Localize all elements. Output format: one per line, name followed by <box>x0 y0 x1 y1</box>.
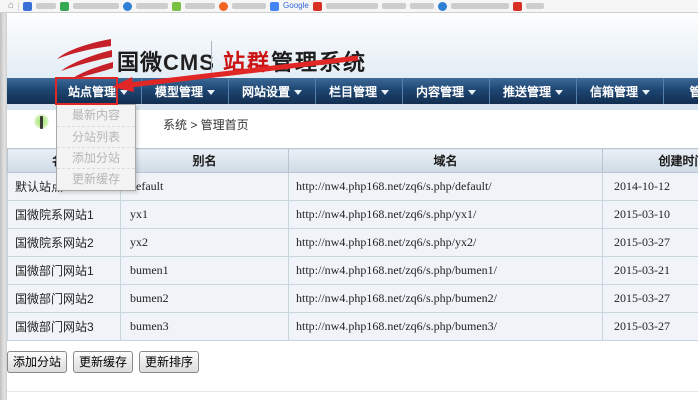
site-name: 国微院系网站2 <box>8 229 121 257</box>
bookmark-label <box>232 3 266 9</box>
dropdown-item-latest-content[interactable]: 最新内容 <box>57 105 135 126</box>
site-domain: http://nw4.php168.net/zq6/s.php/bumen2/ <box>289 285 603 313</box>
nav-item-push-management[interactable]: 推送管理 <box>490 78 577 104</box>
bookmark-label <box>185 3 215 9</box>
bookmark-label <box>73 3 119 9</box>
col-header-domain: 域名 <box>289 149 603 173</box>
site-alias: yx1 <box>121 201 289 229</box>
bookmark-label <box>410 3 434 9</box>
site-created: 2015-03-10 <box>603 201 698 229</box>
bookmark-favicon[interactable] <box>60 2 69 11</box>
nav-item-admin[interactable]: 管理 <box>664 78 698 104</box>
breadcrumb: 系统 > 管理首页 <box>163 116 249 133</box>
bookmark-label <box>382 3 406 9</box>
site-created: 2015-03-27 <box>603 229 698 257</box>
rod <box>40 116 43 129</box>
annotation-arrow-icon <box>110 50 366 96</box>
site-created: 2015-03-27 <box>603 285 698 313</box>
nav-item-label: 内容管理 <box>416 83 464 100</box>
window-edge <box>0 13 7 400</box>
bookmark-favicon[interactable] <box>123 2 132 11</box>
site-domain: http://nw4.php168.net/zq6/s.php/bumen3/ <box>289 313 603 341</box>
nav-item-content-management[interactable]: 内容管理 <box>403 78 490 104</box>
site-name: 国微部门网站2 <box>8 285 121 313</box>
bookmark-favicon[interactable] <box>513 2 522 11</box>
chevron-down-icon <box>642 90 650 95</box>
site-domain: http://nw4.php168.net/zq6/s.php/yx2/ <box>289 229 603 257</box>
bookmark-label <box>326 3 378 9</box>
annotation-highlight-box <box>55 77 118 105</box>
dropdown-item-update-cache[interactable]: 更新缓存 <box>57 168 135 189</box>
site-management-dropdown: 最新内容 分站列表 添加分站 更新缓存 <box>56 104 136 191</box>
add-subsite-button[interactable]: 添加分站 <box>7 351 67 373</box>
table-row: 国微部门网站1 bumen1 http://nw4.php168.net/zq6… <box>8 257 698 285</box>
browser-bookmarks-bar: ⌂ Google <box>0 0 698 13</box>
nav-item-mailbox-management[interactable]: 信箱管理 <box>577 78 664 104</box>
bookmark-favicon[interactable] <box>219 2 228 11</box>
nav-item-label: 推送管理 <box>503 83 551 100</box>
col-header-alias: 别名 <box>121 149 289 173</box>
site-alias: default <box>121 173 289 201</box>
site-name: 国微部门网站1 <box>8 257 121 285</box>
site-domain: http://nw4.php168.net/zq6/s.php/yx1/ <box>289 201 603 229</box>
bookmark-label <box>451 3 509 9</box>
dropdown-item-add-subsite[interactable]: 添加分站 <box>57 147 135 168</box>
google-bookmark[interactable]: Google <box>283 2 309 10</box>
site-domain: http://nw4.php168.net/zq6/s.php/default/ <box>289 173 603 201</box>
breadcrumb-light-icon <box>34 112 50 132</box>
site-alias: yx2 <box>121 229 289 257</box>
bookmark-favicon[interactable] <box>172 2 181 11</box>
table-row: 国微院系网站2 yx2 http://nw4.php168.net/zq6/s.… <box>8 229 698 257</box>
site-alias: bumen2 <box>121 285 289 313</box>
home-icon[interactable]: ⌂ <box>8 1 14 11</box>
site-name: 国微院系网站1 <box>8 201 121 229</box>
chevron-down-icon <box>381 90 389 95</box>
dropdown-item-subsite-list[interactable]: 分站列表 <box>57 126 135 147</box>
col-header-created: 创建时间 <box>603 149 698 173</box>
site-domain: http://nw4.php168.net/zq6/s.php/bumen1/ <box>289 257 603 285</box>
table-row: 国微部门网站2 bumen2 http://nw4.php168.net/zq6… <box>8 285 698 313</box>
nav-item-label: 信箱管理 <box>590 83 638 100</box>
table-row: 国微部门网站3 bumen3 http://nw4.php168.net/zq6… <box>8 313 698 341</box>
bookmark-label <box>526 3 544 9</box>
site-created: 2015-03-27 <box>603 313 698 341</box>
update-cache-button[interactable]: 更新缓存 <box>73 351 133 373</box>
bookmark-favicon[interactable] <box>438 2 447 11</box>
footer-actions: 添加分站 更新缓存 更新排序 <box>7 351 199 373</box>
chevron-down-icon <box>468 90 476 95</box>
bookmark-label <box>36 3 56 9</box>
site-alias: bumen1 <box>121 257 289 285</box>
nav-item-label: 管理 <box>689 83 698 100</box>
bookmark-label <box>136 3 168 9</box>
content-bottom-divider <box>7 391 698 392</box>
toolbar-divider <box>18 2 19 11</box>
site-created: 2015-03-21 <box>603 257 698 285</box>
chevron-down-icon <box>555 90 563 95</box>
update-order-button[interactable]: 更新排序 <box>139 351 199 373</box>
bookmark-favicon[interactable] <box>23 2 32 11</box>
google-favicon[interactable] <box>270 2 279 11</box>
table-row: 国微院系网站1 yx1 http://nw4.php168.net/zq6/s.… <box>8 201 698 229</box>
site-created: 2014-10-12 <box>603 173 698 201</box>
bookmark-favicon[interactable] <box>313 2 322 11</box>
site-alias: bumen3 <box>121 313 289 341</box>
site-name: 国微部门网站3 <box>8 313 121 341</box>
